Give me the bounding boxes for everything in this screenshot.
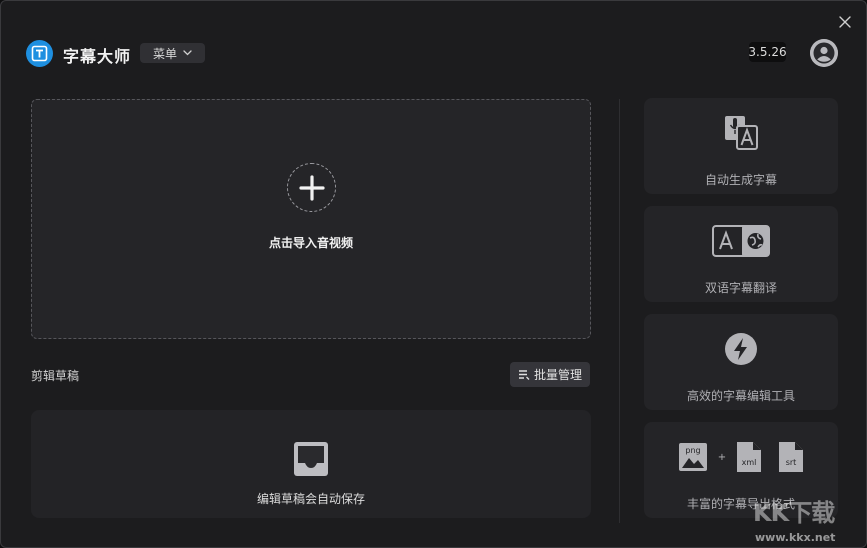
menu-label: 菜单 [152, 46, 177, 61]
watermark-url: www.kkx.net [755, 531, 836, 544]
user-icon [810, 39, 838, 67]
divider [619, 99, 620, 523]
watermark-text: KK下载 [753, 499, 835, 527]
inbox-icon [294, 442, 328, 476]
drafts-title: 剪辑草稿 [31, 369, 80, 383]
png-label: png [685, 446, 700, 455]
feature-label: 双语字幕翻译 [704, 281, 777, 295]
feature-label: 高效的字幕编辑工具 [686, 389, 795, 403]
close-button[interactable] [834, 11, 856, 33]
xml-label: xml [742, 458, 757, 467]
close-icon [839, 16, 851, 28]
add-media-button[interactable] [287, 163, 336, 212]
app-title: 字幕大师 [63, 47, 132, 66]
srt-file-icon: srt [779, 442, 804, 472]
import-label: 点击导入音视频 [268, 236, 353, 250]
avatar[interactable] [810, 39, 838, 67]
app-logo [26, 40, 53, 67]
feature-card-bilingual-translate[interactable]: 双语字幕翻译 [644, 206, 838, 302]
feature-card-edit-tools[interactable]: 高效的字幕编辑工具 [644, 314, 838, 410]
subtitle-logo-icon [31, 45, 48, 62]
srt-label: srt [786, 458, 797, 467]
plus-icon [298, 174, 325, 201]
batch-manage-button[interactable]: 批量管理 [510, 362, 590, 387]
watermark: KK下载 www.kkx.net [753, 493, 865, 547]
chevron-down-icon [183, 50, 192, 56]
feature-card-auto-subtitle[interactable]: 自动生成字幕 [644, 98, 838, 194]
menu-button[interactable]: 菜单 [140, 43, 205, 63]
feature-label: 自动生成字幕 [704, 173, 777, 187]
version-badge: 3.5.26 [748, 42, 787, 62]
batch-manage-label: 批量管理 [533, 368, 582, 382]
xml-file-icon: xml [737, 442, 762, 472]
plus-sign: + [717, 451, 727, 463]
drafts-empty-text: 编辑草稿会自动保存 [256, 492, 365, 506]
lightning-icon [725, 333, 757, 365]
translate-icon [712, 225, 770, 257]
list-icon [518, 370, 530, 380]
drafts-area: 编辑草稿会自动保存 [31, 410, 591, 518]
import-media-area[interactable]: 点击导入音视频 [31, 99, 591, 339]
app-window: 字幕大师 菜单 3.5.26 点击导入音视频 剪辑草稿 批量管理 编辑草稿会自动… [0, 0, 867, 548]
png-file-icon: png [678, 443, 707, 471]
speech-to-text-icon [725, 116, 758, 150]
